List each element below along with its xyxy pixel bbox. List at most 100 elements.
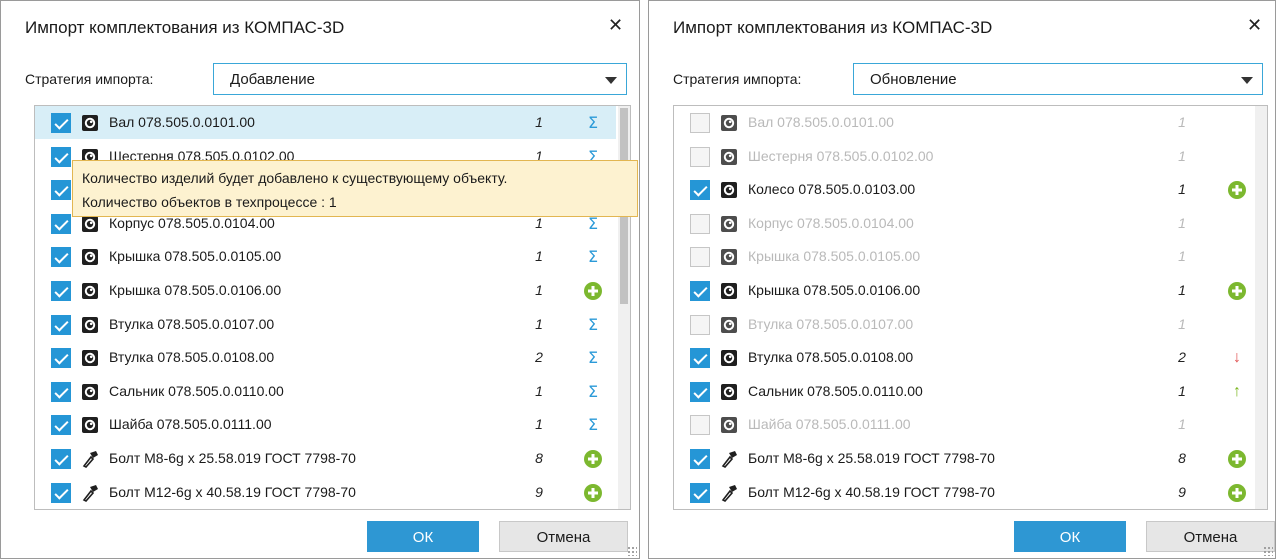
sum-icon: Σ [587,415,599,435]
item-checkbox[interactable] [51,381,71,402]
add-icon [1227,483,1247,503]
list-item[interactable]: Болт М12-6g x 40.58.19 ГОСТ 7798-70 9 [674,476,1253,509]
item-label: Крышка 078.505.0.0105.00 [109,248,282,265]
part-icon [81,416,99,434]
list-item[interactable]: Болт М12-6g x 40.58.19 ГОСТ 7798-70 9 [35,476,616,509]
list-item[interactable]: Втулка 078.505.0.0108.00 2 Σ [35,341,616,374]
list-item[interactable]: Корпус 078.505.0.0104.00 1 [674,207,1253,240]
cancel-button[interactable]: Отмена [1146,521,1275,552]
list-item[interactable]: Шайба 078.505.0.0111.00 1 Σ [35,408,616,441]
item-checkbox[interactable] [51,281,71,301]
item-quantity: 1 [1178,416,1186,433]
item-checkbox[interactable] [51,449,71,469]
item-quantity: 1 [1178,114,1186,130]
tooltip: Количество изделий будет добавлено к сущ… [72,160,638,217]
item-checkbox[interactable] [690,180,710,201]
item-label: Крышка 078.505.0.0105.00 [748,248,921,265]
item-checkbox[interactable] [690,281,710,301]
add-icon [583,483,603,503]
ok-button[interactable]: ОК [367,521,479,552]
list-item[interactable]: Втулка 078.505.0.0107.00 1 Σ [35,308,616,341]
item-checkbox[interactable] [51,180,71,201]
list-item[interactable]: Втулка 078.505.0.0108.00 2 ↓ [674,341,1253,374]
part-icon [81,349,99,367]
item-label: Втулка 078.505.0.0107.00 [109,315,275,332]
strategy-dropdown[interactable]: Добавление [213,63,627,95]
list-item[interactable]: Вал 078.505.0.0101.00 1 [674,106,1253,139]
bolt-icon [81,484,99,502]
cancel-button[interactable]: Отмена [499,521,628,552]
part-icon [81,114,99,132]
item-label: Крышка 078.505.0.0106.00 [748,282,921,298]
list-item[interactable]: Сальник 078.505.0.0110.00 1 Σ [35,375,616,408]
item-checkbox[interactable] [51,348,71,369]
part-icon [720,215,738,233]
list-item[interactable]: Сальник 078.505.0.0110.00 1 ↑ [674,375,1253,408]
item-quantity: 2 [535,349,543,366]
list-item[interactable]: Крышка 078.505.0.0106.00 1 [674,274,1253,307]
scrollbar[interactable] [1255,106,1267,509]
item-label: Сальник 078.505.0.0110.00 [109,382,284,399]
item-checkbox[interactable] [51,482,71,503]
list-item[interactable]: Крышка 078.505.0.0106.00 1 [35,274,616,307]
item-checkbox[interactable] [690,146,710,167]
list-item[interactable]: Крышка 078.505.0.0105.00 1 Σ [35,240,616,273]
list-item[interactable]: Крышка 078.505.0.0105.00 1 [674,240,1253,273]
part-icon [81,383,99,401]
strategy-dropdown[interactable]: Обновление [853,63,1263,95]
item-label: Шайба 078.505.0.0111.00 [748,416,911,433]
item-quantity: 9 [1178,483,1186,500]
add-icon [583,281,603,301]
item-checkbox[interactable] [690,415,710,436]
item-checkbox[interactable] [51,314,71,335]
item-checkbox[interactable] [690,314,710,335]
item-quantity: 1 [535,248,543,265]
resize-grip-icon[interactable] [1263,546,1273,556]
item-checkbox[interactable] [690,113,710,133]
resize-grip-icon[interactable] [627,546,637,556]
item-quantity: 1 [535,382,543,399]
item-label: Втулка 078.505.0.0108.00 [748,349,914,366]
add-icon [1227,449,1247,469]
increase-arrow-icon: ↑ [1233,382,1241,400]
close-icon[interactable]: ✕ [608,16,623,34]
part-icon [81,215,99,233]
list-item[interactable]: Шайба 078.505.0.0111.00 1 [674,408,1253,441]
item-checkbox[interactable] [51,146,71,167]
item-label: Вал 078.505.0.0101.00 [748,114,894,130]
part-icon [720,148,738,166]
item-checkbox[interactable] [690,247,710,268]
item-checkbox[interactable] [51,113,71,133]
strategy-label: Стратегия импорта: [673,71,802,87]
item-label: Болт М8-6g x 25.58.019 ГОСТ 7798-70 [109,450,356,466]
item-checkbox[interactable] [51,247,71,268]
list-item[interactable]: Втулка 078.505.0.0107.00 1 [674,308,1253,341]
item-label: Шайба 078.505.0.0111.00 [109,416,272,433]
list-item[interactable]: Вал 078.505.0.0101.00 1 Σ [35,106,616,139]
list-item[interactable]: Шестерня 078.505.0.0102.00 1 [674,140,1253,173]
list-item[interactable]: Колесо 078.505.0.0103.00 1 [674,173,1253,206]
item-checkbox[interactable] [51,415,71,436]
item-label: Болт М12-6g x 40.58.19 ГОСТ 7798-70 [748,483,995,500]
close-icon[interactable]: ✕ [1247,16,1262,34]
item-quantity: 1 [1178,282,1186,298]
item-checkbox[interactable] [690,449,710,469]
list-item[interactable]: Болт М8-6g x 25.58.019 ГОСТ 7798-70 8 [674,442,1253,475]
ok-button[interactable]: ОК [1014,521,1126,552]
item-checkbox[interactable] [690,348,710,369]
item-checkbox[interactable] [690,381,710,402]
strategy-label: Стратегия импорта: [25,71,154,87]
bolt-icon [720,450,738,468]
item-label: Сальник 078.505.0.0110.00 [748,382,923,399]
item-checkbox[interactable] [690,482,710,503]
part-icon [720,383,738,401]
item-label: Болт М12-6g x 40.58.19 ГОСТ 7798-70 [109,483,356,500]
part-icon [720,282,738,300]
item-checkbox[interactable] [51,213,71,234]
item-quantity: 1 [1178,214,1186,231]
list-item[interactable]: Болт М8-6g x 25.58.019 ГОСТ 7798-70 8 [35,442,616,475]
item-checkbox[interactable] [690,213,710,234]
import-dialog-update: Импорт комплектования из КОМПАС-3D ✕ Стр… [648,0,1276,559]
item-quantity: 8 [535,450,543,466]
tooltip-line-1: Количество изделий будет добавлено к сущ… [82,170,508,186]
